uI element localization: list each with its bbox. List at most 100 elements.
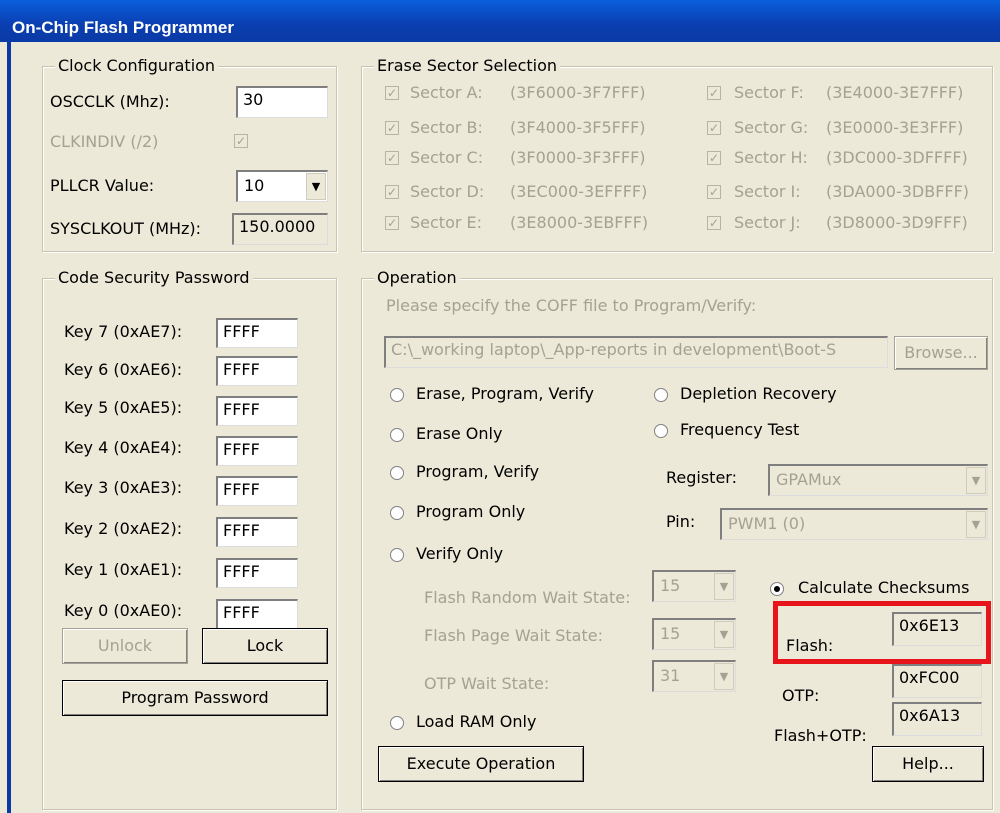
- sector-b-name: Sector B:: [410, 118, 483, 137]
- clock-configuration-legend: Clock Configuration: [55, 56, 219, 76]
- sector-j-checkbox[interactable]: ✓: [707, 216, 721, 230]
- pllcr-value: 10: [244, 176, 265, 195]
- frequency-test-radio[interactable]: [654, 424, 668, 438]
- sector-c-name: Sector C:: [410, 148, 484, 167]
- otp-wait-label: OTP Wait State:: [424, 674, 550, 693]
- sector-f-checkbox[interactable]: ✓: [707, 86, 721, 100]
- frequency-test-label: Frequency Test: [680, 420, 800, 439]
- key-2-input[interactable]: FFFF: [216, 517, 298, 547]
- sector-c-range: (3F0000-3F3FFF): [510, 148, 646, 167]
- program-verify-radio[interactable]: [390, 466, 404, 480]
- key-5-label: Key 5 (0xAE5):: [64, 398, 183, 417]
- sector-b-checkbox[interactable]: ✓: [385, 121, 399, 135]
- pllcr-label: PLLCR Value:: [50, 176, 155, 195]
- sector-e-range: (3E8000-3EBFFF): [510, 213, 649, 232]
- sector-j-range: (3D8000-3D9FFF): [826, 213, 968, 232]
- load-ram-only-radio[interactable]: [390, 716, 404, 730]
- key-4-input[interactable]: FFFF: [216, 436, 298, 466]
- erase-program-verify-radio[interactable]: [390, 388, 404, 402]
- calculate-checksums-radio[interactable]: [770, 582, 784, 596]
- depletion-recovery-radio[interactable]: [654, 388, 668, 402]
- sector-i-checkbox[interactable]: ✓: [707, 185, 721, 199]
- coff-path-input[interactable]: C:\_working laptop\_App-reports in devel…: [384, 336, 888, 368]
- oscclk-input[interactable]: 30: [236, 86, 328, 118]
- sector-h-range: (3DC000-3DFFFF): [826, 148, 968, 167]
- browse-button[interactable]: Browse...: [894, 336, 988, 370]
- pin-value: PWM1 (0): [728, 514, 806, 533]
- sector-e-checkbox[interactable]: ✓: [385, 216, 399, 230]
- sector-a-checkbox[interactable]: ✓: [385, 86, 399, 100]
- unlock-button[interactable]: Unlock: [62, 628, 188, 664]
- flash-random-wait-label: Flash Random Wait State:: [424, 588, 631, 607]
- coff-prompt: Please specify the COFF file to Program/…: [386, 296, 757, 315]
- load-ram-only-label: Load RAM Only: [416, 712, 537, 731]
- sector-f-name: Sector F:: [734, 83, 804, 102]
- help-button[interactable]: Help...: [872, 746, 984, 782]
- sector-h-name: Sector H:: [734, 148, 808, 167]
- chevron-down-icon[interactable]: ▼: [714, 573, 734, 600]
- flash-otp-checksum-value: 0x6A13: [892, 702, 982, 736]
- key-6-input[interactable]: FFFF: [216, 356, 298, 386]
- flash-random-wait-value: 15: [660, 576, 681, 595]
- program-only-label: Program Only: [416, 502, 526, 521]
- sector-g-name: Sector G:: [734, 118, 809, 137]
- pin-select[interactable]: PWM1 (0) ▼: [720, 508, 988, 540]
- sector-g-checkbox[interactable]: ✓: [707, 121, 721, 135]
- key-3-input[interactable]: FFFF: [216, 476, 298, 506]
- chevron-down-icon[interactable]: ▼: [714, 621, 734, 648]
- key-7-input[interactable]: FFFF: [216, 318, 298, 348]
- verify-only-label: Verify Only: [416, 544, 504, 563]
- sector-a-name: Sector A:: [410, 83, 483, 102]
- erase-program-verify-label: Erase, Program, Verify: [416, 384, 594, 403]
- sector-f-range: (3E4000-3E7FFF): [826, 83, 964, 102]
- verify-only-radio[interactable]: [390, 548, 404, 562]
- erase-sector-legend: Erase Sector Selection: [374, 56, 561, 76]
- flash-page-wait-label: Flash Page Wait State:: [424, 626, 603, 645]
- depletion-recovery-label: Depletion Recovery: [680, 384, 837, 403]
- program-only-radio[interactable]: [390, 506, 404, 520]
- window-title: On-Chip Flash Programmer: [12, 18, 234, 37]
- otp-checksum-label: OTP:: [782, 686, 820, 705]
- sector-h-checkbox[interactable]: ✓: [707, 151, 721, 165]
- sector-g-range: (3E0000-3E3FFF): [826, 118, 964, 137]
- lock-button[interactable]: Lock: [202, 628, 328, 664]
- erase-only-radio[interactable]: [390, 428, 404, 442]
- clkindiv-label: CLKINDIV (/2): [50, 132, 159, 151]
- clkindiv-checkbox[interactable]: ✓: [234, 134, 248, 148]
- sector-d-range: (3EC000-3EFFFF): [510, 182, 648, 201]
- window-frame: [7, 42, 11, 813]
- chevron-down-icon[interactable]: ▼: [306, 173, 326, 200]
- sector-a-range: (3F6000-3F7FFF): [510, 83, 646, 102]
- otp-wait-value: 31: [660, 666, 681, 685]
- flash-page-wait-select[interactable]: 15 ▼: [652, 618, 736, 650]
- flash-random-wait-select[interactable]: 15 ▼: [652, 570, 736, 602]
- key-6-label: Key 6 (0xAE6):: [64, 360, 183, 379]
- highlight-box: [773, 601, 991, 664]
- sector-e-name: Sector E:: [410, 213, 483, 232]
- program-password-button[interactable]: Program Password: [62, 680, 328, 716]
- chevron-down-icon[interactable]: ▼: [966, 511, 986, 538]
- sector-d-name: Sector D:: [410, 182, 485, 201]
- sector-j-name: Sector J:: [734, 213, 801, 232]
- chevron-down-icon[interactable]: ▼: [966, 467, 986, 494]
- pllcr-select[interactable]: 10 ▼: [236, 170, 328, 202]
- flash-otp-checksum-label: Flash+OTP:: [774, 726, 867, 745]
- calculate-checksums-label: Calculate Checksums: [798, 578, 970, 597]
- register-select[interactable]: GPAMux ▼: [768, 464, 988, 496]
- key-7-label: Key 7 (0xAE7):: [64, 322, 183, 341]
- sector-c-checkbox[interactable]: ✓: [385, 151, 399, 165]
- execute-operation-button[interactable]: Execute Operation: [378, 746, 584, 782]
- sysclkout-value: 150.0000: [232, 213, 328, 245]
- sector-b-range: (3F4000-3F5FFF): [510, 118, 646, 137]
- pin-label: Pin:: [666, 512, 696, 531]
- key-1-input[interactable]: FFFF: [216, 558, 298, 588]
- key-0-input[interactable]: FFFF: [216, 599, 298, 629]
- otp-wait-select[interactable]: 31 ▼: [652, 660, 736, 692]
- key-5-input[interactable]: FFFF: [216, 396, 298, 426]
- program-verify-label: Program, Verify: [416, 462, 540, 481]
- otp-checksum-value: 0xFC00: [892, 664, 982, 698]
- chevron-down-icon[interactable]: ▼: [714, 663, 734, 690]
- sector-d-checkbox[interactable]: ✓: [385, 185, 399, 199]
- operation-legend: Operation: [374, 268, 460, 288]
- key-3-label: Key 3 (0xAE3):: [64, 478, 183, 497]
